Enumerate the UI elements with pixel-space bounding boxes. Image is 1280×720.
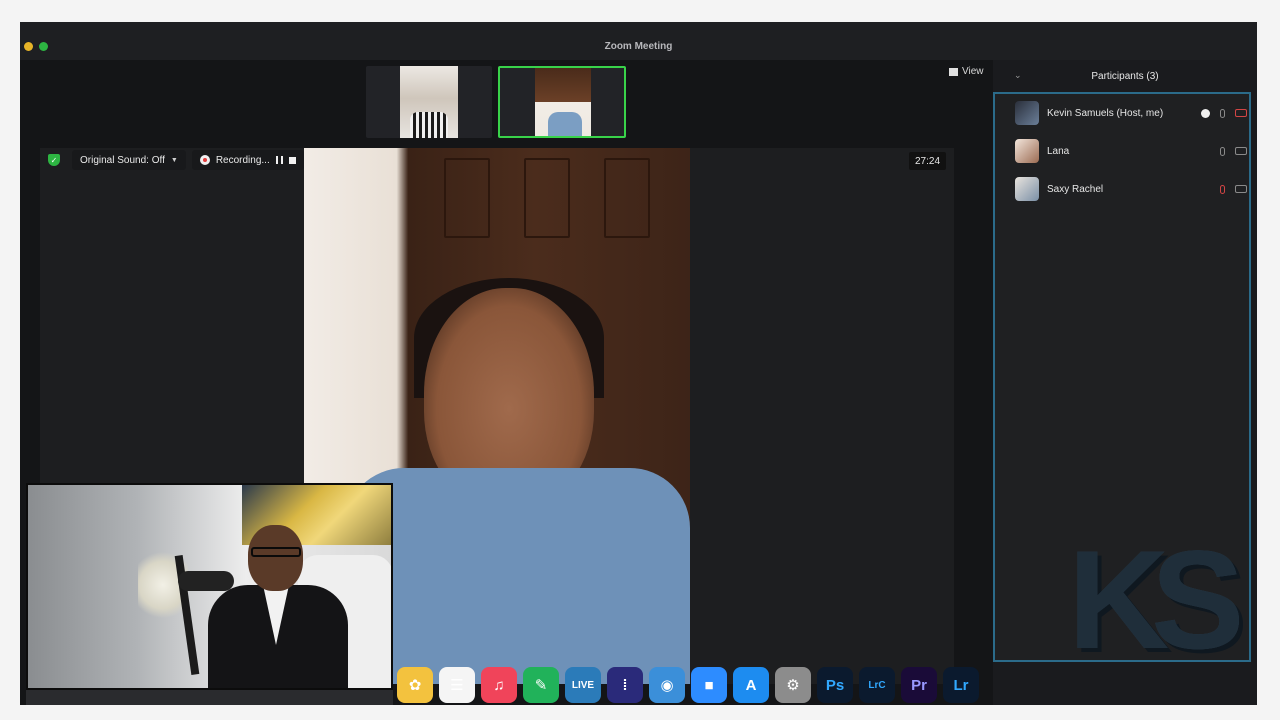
music-icon[interactable]: ♫ [481,667,517,703]
host-camera-overlay [26,483,393,690]
grid-view-icon [949,67,958,76]
lightroom-icon[interactable]: Lr [943,667,979,703]
participant-video [535,68,591,136]
door-panel [444,158,490,238]
meeting-timer: 27:24 [909,152,947,170]
host-glasses [251,547,301,557]
original-sound-toggle[interactable]: Original Sound: Off ▼ [72,150,186,170]
microphone-icon[interactable] [1220,146,1225,156]
launchpad-icon[interactable]: ⁞ [607,667,643,703]
video-camera-icon[interactable] [1235,147,1247,155]
microphone-icon[interactable] [1220,108,1225,118]
zoom-icon[interactable]: ■ [691,667,727,703]
recording-label: Recording... [215,154,270,166]
macos-dock: ✿ ☰ ♫ ✎ LIVE ⁞ ◉ ■ A ⚙ Ps LrC Pr Lr [393,665,1257,705]
settings-icon[interactable]: ⚙ [775,667,811,703]
participant-name: Kevin Samuels (Host, me) [1047,107,1164,119]
title-bar: Zoom Meeting [20,22,1257,60]
video-off-icon[interactable] [1235,109,1247,117]
participant-thumbnail[interactable] [366,66,492,138]
window-title: Zoom Meeting [604,41,673,52]
avatar [1015,139,1039,163]
participant-row[interactable]: Kevin Samuels (Host, me) [1015,100,1247,126]
premiere-icon[interactable]: Pr [901,667,937,703]
door-panel [524,158,570,238]
app-store-icon[interactable]: A [733,667,769,703]
studio-microphone [178,571,234,591]
stop-recording-icon[interactable] [288,156,296,164]
dock-partial [26,690,393,705]
logo-text: KS [1068,521,1245,678]
evernote-icon[interactable]: ✎ [523,667,559,703]
view-label: View [962,66,984,77]
pause-recording-icon[interactable] [275,156,283,164]
participant-row[interactable]: Lana [1015,138,1247,164]
host-badge-icon [1201,108,1210,118]
lightroom-classic-icon[interactable]: LrC [859,667,895,703]
microphone-muted-icon[interactable] [1220,184,1225,194]
door-panel [604,158,650,238]
meeting-status-bar: ✓ Original Sound: Off ▼ Recording... [40,148,304,172]
avatar [1015,177,1039,201]
original-sound-label: Original Sound: Off [80,154,165,166]
participant-thumbnail-active[interactable] [498,66,626,138]
host-head [248,525,303,591]
security-shield-icon[interactable]: ✓ [48,154,60,166]
ks-logo: KS [1068,530,1246,670]
record-icon [199,155,210,165]
reminders-icon[interactable]: ☰ [439,667,475,703]
outer-frame: Zoom Meeting View ✓ Original Sound: Off … [0,0,1280,720]
host-person [203,525,353,688]
participant-name: Saxy Rachel [1047,183,1104,195]
avatar [1015,101,1039,125]
participant-video [400,66,458,138]
photoshop-icon[interactable]: Ps [817,667,853,703]
chevron-down-icon: ▼ [170,156,178,164]
speaker-shirt [344,468,690,684]
participant-row[interactable]: Saxy Rachel [1015,176,1247,202]
quicktime-icon[interactable]: ◉ [649,667,685,703]
view-button[interactable]: View [949,66,984,77]
recording-indicator: Recording... [191,150,304,170]
video-camera-icon[interactable] [1235,185,1247,193]
participants-header: ⌄ Participants (3) [993,60,1257,92]
live-icon[interactable]: LIVE [565,667,601,703]
participant-name: Lana [1047,145,1070,157]
photos-icon[interactable]: ✿ [397,667,433,703]
participants-title: Participants (3) [1091,71,1159,82]
